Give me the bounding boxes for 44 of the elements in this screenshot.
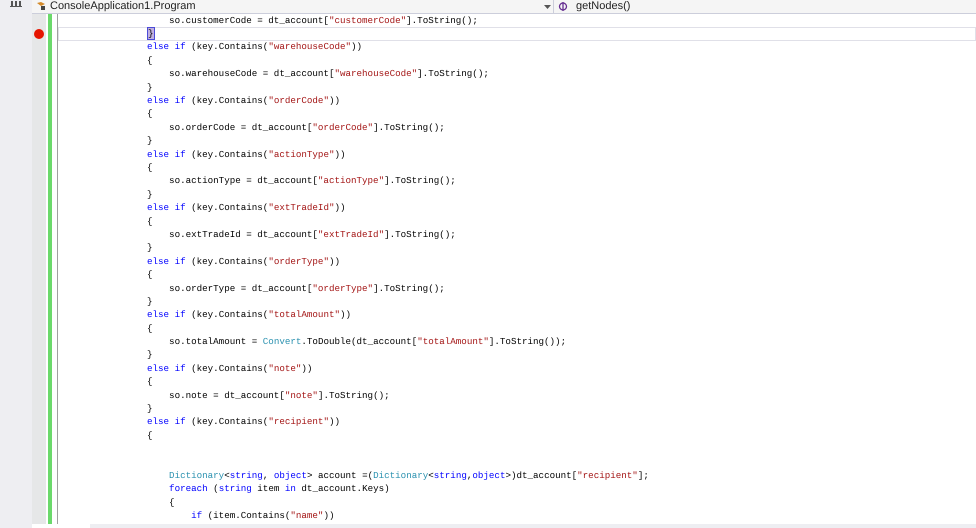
type-dropdown-text: ConsoleApplication1.Program xyxy=(50,0,196,13)
code-line: Dictionary<string, object> account =(Dictionary<string,object>)dt_account["recipient"]; xyxy=(168,470,649,482)
caret-icon xyxy=(544,4,551,8)
member-dropdown-text: getNodes() xyxy=(576,0,630,13)
code-line: } xyxy=(147,82,153,94)
code-line: } xyxy=(147,296,153,308)
code-line: else if (key.Contains("actionType")) xyxy=(147,148,346,161)
code-line: foreach (string item in dt_account.Keys) xyxy=(168,483,390,496)
code-line: else if (key.Contains("note")) xyxy=(147,362,312,375)
type-dropdown[interactable]: ConsoleApplication1.Program xyxy=(32,0,554,13)
code-line: else if (key.Contains("orderType")) xyxy=(147,256,340,268)
code-line: so.actionType = dt_account["actionType"].ToString(); xyxy=(168,175,456,188)
code-line: { xyxy=(147,54,153,67)
code-line: { xyxy=(147,108,153,120)
code-line: so.warehouseCode = dt_account["warehouseCode"].ToString(); xyxy=(168,68,489,80)
code-line: else if (key.Contains("totalAmount")) xyxy=(147,309,352,322)
member-dropdown[interactable]: getNodes() xyxy=(554,0,976,13)
code-line: { xyxy=(147,322,153,335)
class-icon xyxy=(36,2,46,11)
code-line: so.orderCode = dt_account["orderCode"].ToString(); xyxy=(168,122,445,134)
code-line: { xyxy=(147,162,153,174)
code-line: so.customerCode = dt_account["customerCode"].ToString(); xyxy=(168,14,478,27)
code-line: else if (key.Contains("orderCode")) xyxy=(147,95,340,108)
code-line: { xyxy=(147,430,153,442)
code-line: { xyxy=(147,216,153,228)
code-line: so.extTradeId = dt_account["extTradeId"].ToString(); xyxy=(168,228,456,241)
code-line: so.totalAmount = Convert.ToDouble(dt_account["totalAmount"].ToString()); xyxy=(168,336,566,348)
code-line: if (item.Contains("name")) xyxy=(190,510,334,522)
code-line: } xyxy=(147,242,153,254)
code-line: { xyxy=(168,496,175,509)
code-line: else if (key.Contains("extTradeId")) xyxy=(147,202,346,214)
breakpoint-icon[interactable] xyxy=(34,29,44,40)
code-line: } xyxy=(147,349,153,362)
toolbox-icon[interactable] xyxy=(10,1,22,7)
code-line: so.orderType = dt_account["orderType"].ToString(); xyxy=(168,282,445,294)
code-line: { xyxy=(147,269,153,282)
method-icon xyxy=(558,2,568,11)
code-line: { xyxy=(147,376,153,388)
code-line: } xyxy=(147,188,153,201)
code-line: else if (key.Contains("warehouseCode")) xyxy=(147,41,362,54)
code-line: } xyxy=(147,403,153,416)
code-line: } xyxy=(147,135,153,148)
code-line: else if (key.Contains("recipient")) xyxy=(147,416,340,428)
code-line: so.note = dt_account["note"].ToString(); xyxy=(168,390,390,402)
